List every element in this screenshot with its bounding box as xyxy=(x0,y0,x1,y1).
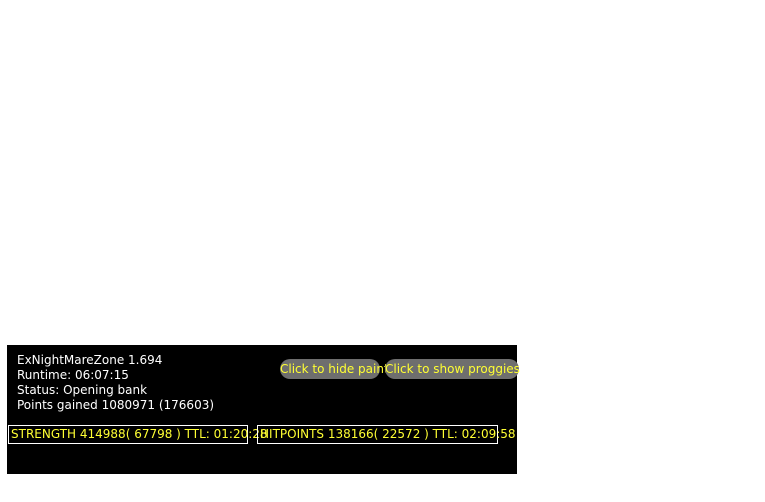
show-proggies-button[interactable]: Click to show proggies xyxy=(385,359,520,379)
script-paint-panel: ExNightMareZone 1.694 Runtime: 06:07:15 … xyxy=(7,345,520,474)
runtime-text: Runtime: 06:07:15 xyxy=(17,368,129,382)
info-lines: ExNightMareZone 1.694 Runtime: 06:07:15 … xyxy=(17,353,214,413)
status-text: Status: Opening bank xyxy=(17,383,148,397)
hide-paint-button[interactable]: Click to hide paint xyxy=(280,359,389,379)
script-title: ExNightMareZone 1.694 xyxy=(17,353,163,367)
points-gained-text: Points gained 1080971 (176603) xyxy=(17,398,215,412)
hitpoints-skill-box: HITPOINTS 138166( 22572 ) TTL: 02:09:58 xyxy=(257,425,516,444)
strength-skill-box: STRENGTH 414988( 67798 ) TTL: 01:20:28 xyxy=(8,425,268,444)
